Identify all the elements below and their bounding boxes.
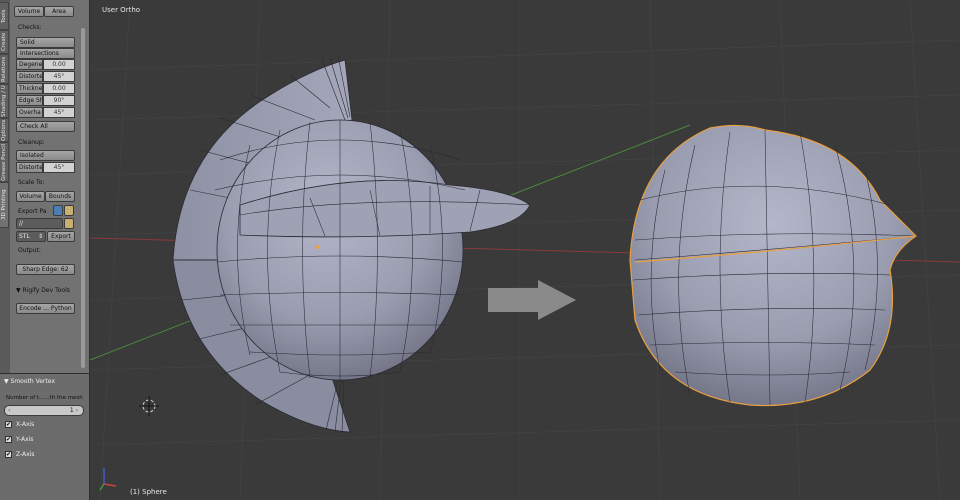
tab-grease-pencil-label: Grease Pencil bbox=[1, 143, 7, 181]
tab-options[interactable]: Options bbox=[0, 118, 9, 142]
export-folder-icon[interactable] bbox=[64, 205, 74, 216]
tab-3d-printing[interactable]: 3D Printing bbox=[0, 182, 9, 228]
object-origin bbox=[315, 245, 319, 249]
3d-viewport[interactable]: User Ortho (1) Sphere bbox=[90, 0, 960, 500]
redo-panel-title-text: Smooth Vertex bbox=[10, 378, 55, 385]
isolated-cleanup-button[interactable]: Isolated bbox=[16, 150, 75, 161]
tab-create-label: Create bbox=[1, 32, 7, 52]
output-header: Output: bbox=[18, 247, 41, 254]
intersections-check-button[interactable]: Intersections bbox=[16, 48, 75, 59]
active-object-label: (1) Sphere bbox=[130, 488, 167, 496]
left-mesh[interactable] bbox=[172, 55, 531, 434]
rigify-dev-tools-header[interactable]: ▼ Rigify Dev Tools bbox=[16, 287, 70, 294]
export-button[interactable]: Export bbox=[47, 231, 75, 242]
degenerate-threshold-field[interactable]: 0.00 bbox=[43, 59, 75, 70]
redo-panel: ▼ Smooth Vertex Number of t......th the … bbox=[0, 373, 90, 500]
tab-tools-label: Tools bbox=[1, 9, 7, 23]
tab-relations[interactable]: Relations bbox=[0, 54, 9, 84]
scale-volume-button[interactable]: Volume bbox=[16, 191, 45, 202]
export-path-label: Export Pa bbox=[18, 208, 47, 215]
encode-python-button[interactable]: Encode ... Python bbox=[16, 303, 75, 314]
cleanup-header: Cleanup: bbox=[18, 139, 45, 146]
tool-panel-scrollbar[interactable] bbox=[81, 28, 85, 368]
z-axis-checkbox[interactable]: ✔ bbox=[5, 451, 12, 458]
export-path-field[interactable]: // bbox=[16, 218, 63, 229]
overhang-check-button[interactable]: Overha bbox=[16, 107, 43, 118]
scale-to-header: Scale To: bbox=[18, 179, 45, 186]
tool-panel: Volume Area Checks: Solid Intersections … bbox=[10, 0, 90, 373]
tab-shading-uvs[interactable]: Shading / UVs bbox=[0, 84, 9, 118]
export-format-value: STL bbox=[19, 233, 30, 240]
z-axis-label: Z-Axis bbox=[16, 451, 35, 458]
volume-stat-button[interactable]: Volume bbox=[14, 6, 44, 17]
tab-grease-pencil[interactable]: Grease Pencil bbox=[0, 142, 9, 182]
export-path-file-icon[interactable] bbox=[64, 218, 74, 229]
checks-header: Checks: bbox=[18, 24, 42, 31]
decrement-arrow-icon: ‹ bbox=[8, 407, 11, 414]
redo-panel-title[interactable]: ▼ Smooth Vertex bbox=[4, 378, 55, 385]
smooth-repeat-label: Number of t......th the mesh bbox=[6, 395, 83, 401]
overhang-angle-field[interactable]: 45° bbox=[43, 107, 75, 118]
tab-shading-uvs-label: Shading / UVs bbox=[1, 84, 7, 117]
select-arrows-icon: ⇕ bbox=[37, 233, 43, 240]
transform-arrow-icon bbox=[488, 280, 576, 320]
axis-gizmo-icon bbox=[99, 468, 117, 491]
smooth-repeat-field[interactable]: ‹ 1 › bbox=[4, 405, 84, 416]
x-axis-label: X-Axis bbox=[16, 421, 35, 428]
y-axis-checkbox[interactable]: ✔ bbox=[5, 436, 12, 443]
tab-options-label: Options bbox=[1, 119, 7, 141]
x-axis-checkbox[interactable]: ✔ bbox=[5, 421, 12, 428]
export-format-select[interactable]: STL ⇕ bbox=[16, 231, 46, 242]
3d-cursor-icon[interactable] bbox=[139, 396, 159, 416]
area-stat-button[interactable]: Area bbox=[44, 6, 74, 17]
distorted-angle-field[interactable]: 45° bbox=[43, 71, 75, 82]
distorted-cleanup-angle-field[interactable]: 45° bbox=[43, 162, 75, 173]
increment-arrow-icon: › bbox=[73, 407, 78, 414]
view-name-label: User Ortho bbox=[102, 6, 141, 14]
edge-sharp-angle-field[interactable]: 90° bbox=[43, 95, 75, 106]
distorted-cleanup-button[interactable]: Distorte bbox=[16, 162, 43, 173]
check-all-button[interactable]: Check All bbox=[16, 121, 75, 132]
degenerate-check-button[interactable]: Degene bbox=[16, 59, 43, 70]
right-mesh[interactable] bbox=[629, 124, 917, 407]
tab-3d-printing-label: 3D Printing bbox=[1, 189, 7, 221]
export-path-browse-icon[interactable] bbox=[53, 205, 63, 216]
y-axis-label: Y-Axis bbox=[16, 436, 34, 443]
tab-create[interactable]: Create bbox=[0, 30, 9, 54]
rigify-header-label: Rigify Dev Tools bbox=[22, 287, 70, 294]
edge-sharp-check-button[interactable]: Edge Sh bbox=[16, 95, 43, 106]
output-result-button[interactable]: Sharp Edge: 62 bbox=[16, 264, 75, 275]
tab-relations-label: Relations bbox=[1, 56, 7, 82]
thickness-check-button[interactable]: Thickne bbox=[16, 83, 43, 94]
scale-bounds-button[interactable]: Bounds bbox=[45, 191, 75, 202]
viewport-canvas bbox=[90, 0, 960, 500]
tab-tools[interactable]: Tools bbox=[0, 2, 9, 30]
distorted-check-button[interactable]: Distorte bbox=[16, 71, 43, 82]
thickness-field[interactable]: 0.00 bbox=[43, 83, 75, 94]
solid-check-button[interactable]: Solid bbox=[16, 37, 75, 48]
